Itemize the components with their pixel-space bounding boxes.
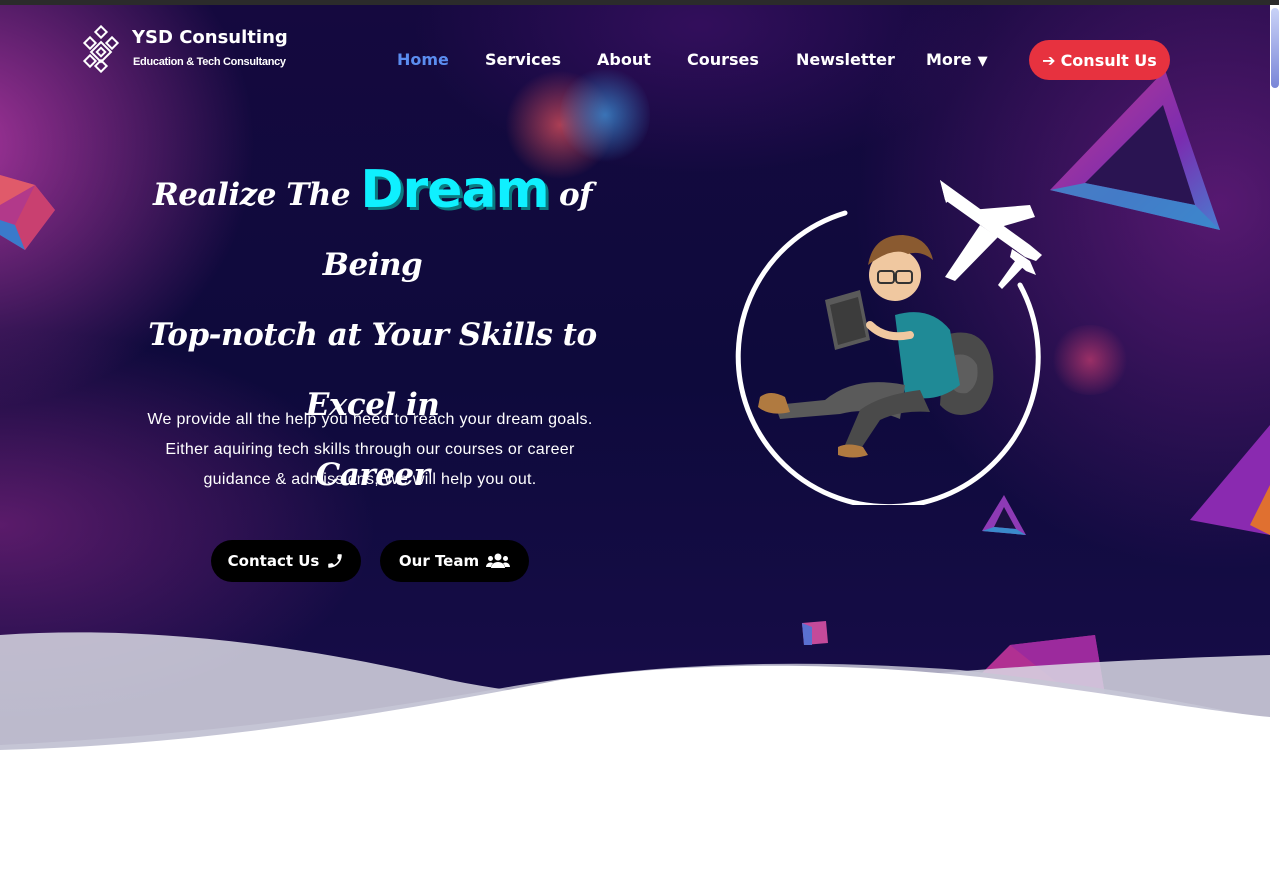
brand-name: YSD Consulting: [132, 27, 288, 48]
users-icon: [486, 552, 511, 570]
nav-more-label: More: [926, 50, 972, 69]
consult-us-button[interactable]: ➔ Consult Us: [1029, 40, 1170, 80]
logo[interactable]: YSD Consulting Education & Tech Consulta…: [80, 25, 290, 77]
hero-section: YSD Consulting Education & Tech Consulta…: [0, 5, 1270, 750]
wave-divider: [0, 632, 1270, 750]
nav-home[interactable]: Home: [397, 50, 449, 69]
nav-newsletter[interactable]: Newsletter: [796, 50, 895, 69]
hero-description: We provide all the help you need to reac…: [120, 405, 620, 495]
description-line: We provide all the help you need to reac…: [147, 411, 593, 428]
student-airplane-illustration: [735, 180, 1042, 505]
arrow-right-icon: ➔: [1042, 50, 1056, 70]
description-line: Either aquiring tech skills through our …: [165, 441, 575, 458]
caret-down-icon: ▼: [977, 54, 988, 69]
description-line: guidance & admissions, We will help you …: [203, 471, 537, 488]
diamond-grid-logo-icon: [82, 25, 120, 73]
nav-more[interactable]: More ▼: [926, 50, 988, 69]
scrollbar-thumb[interactable]: [1271, 8, 1279, 88]
contact-us-button[interactable]: Contact Us: [211, 540, 361, 582]
nav-courses[interactable]: Courses: [687, 50, 759, 69]
headline-pre: Realize The: [152, 177, 351, 213]
our-team-button[interactable]: Our Team: [380, 540, 529, 582]
consult-us-label: Consult Us: [1060, 50, 1157, 70]
glow-decoration: [1050, 325, 1130, 395]
contact-us-label: Contact Us: [227, 552, 320, 570]
headline-highlight: Dream: [360, 160, 549, 220]
nav-about[interactable]: About: [597, 50, 651, 69]
our-team-label: Our Team: [398, 552, 480, 570]
nav-services[interactable]: Services: [485, 50, 561, 69]
scrollbar-track[interactable]: [1270, 5, 1279, 882]
brand-tagline: Education & Tech Consultancy: [133, 56, 286, 68]
shape-decoration: [1190, 425, 1270, 535]
phone-icon: [326, 552, 344, 570]
cube-decoration: [0, 175, 55, 250]
triangle-decoration: [1050, 70, 1220, 230]
glow-decoration: [560, 65, 650, 165]
headline-line-1: Realize The Dream of Being: [120, 155, 625, 300]
